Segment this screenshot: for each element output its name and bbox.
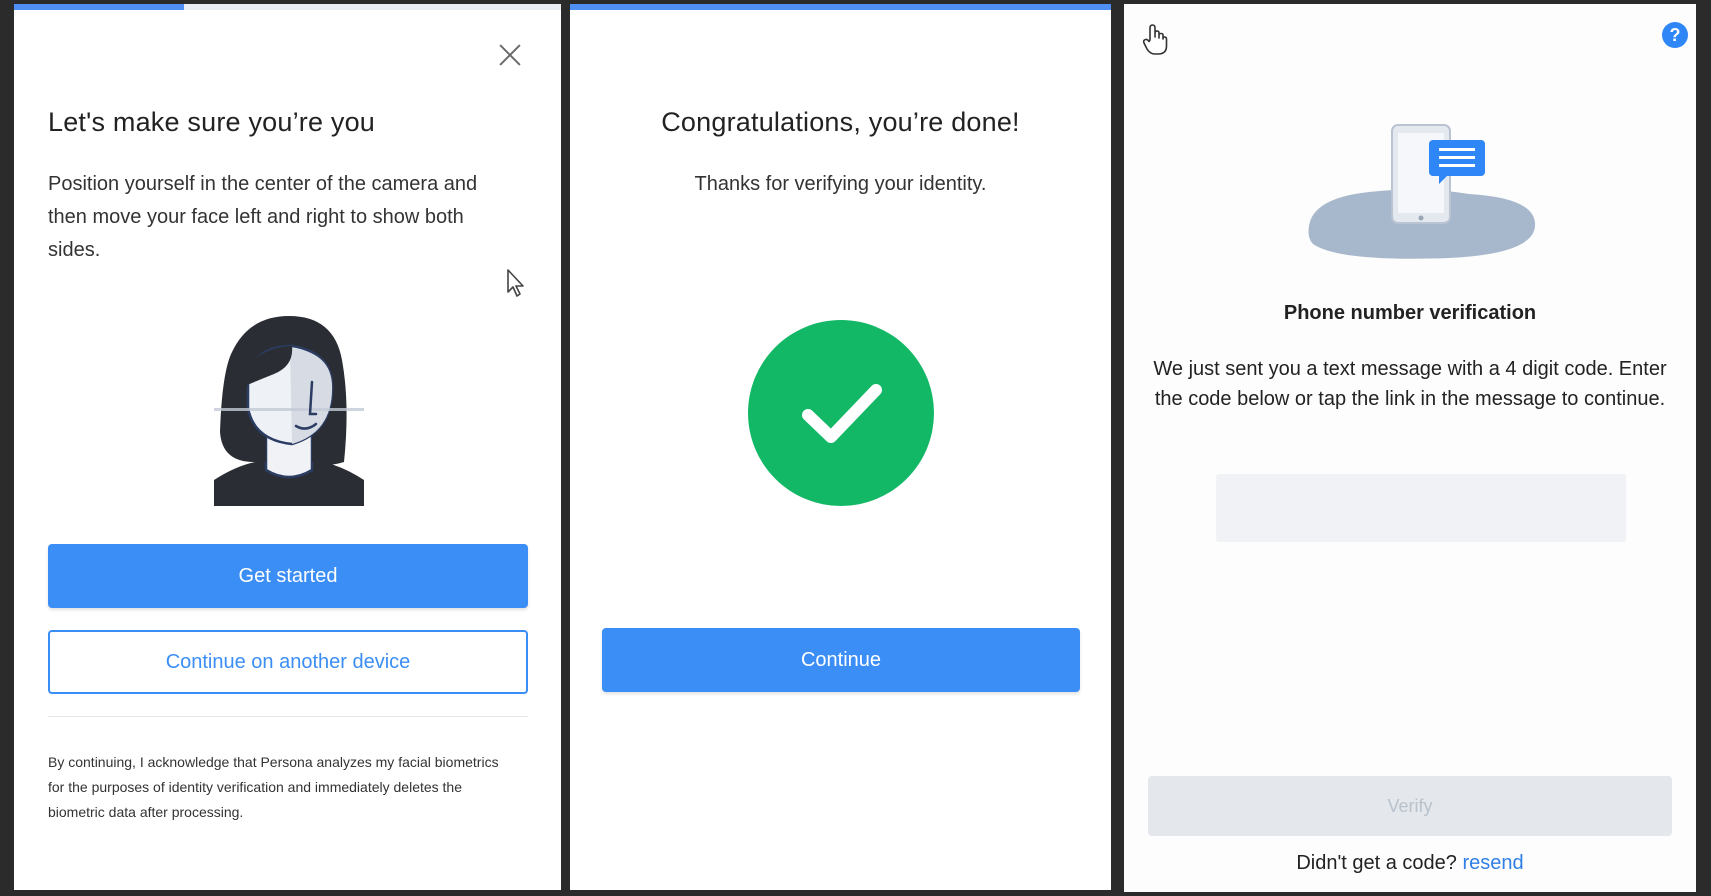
resend-row: Didn't get a code? resend (1124, 852, 1696, 875)
get-started-button[interactable]: Get started (48, 544, 528, 608)
continue-button[interactable]: Continue (602, 628, 1080, 692)
code-input[interactable] (1216, 474, 1626, 542)
resend-prompt: Didn't get a code? (1296, 852, 1457, 874)
resend-link[interactable]: resend (1463, 852, 1524, 874)
progress-bar-fill (570, 4, 1111, 10)
divider (48, 716, 528, 717)
checkmark-circle-icon (748, 320, 934, 506)
close-icon[interactable] (493, 38, 527, 72)
mouse-pointer-icon (507, 269, 524, 297)
message-text: We just sent you a text message with a 4… (1153, 358, 1667, 410)
phone-message-illustration (1308, 124, 1536, 259)
help-icon[interactable]: ? (1662, 22, 1688, 48)
continue-on-another-device-button[interactable]: Continue on another device (48, 630, 528, 694)
identity-selfie-panel: Let's make sure you’re you Position your… (14, 4, 561, 890)
verify-button[interactable]: Verify (1148, 776, 1672, 836)
legal-disclaimer: By continuing, I acknowledge that Person… (48, 754, 499, 820)
completion-panel: Congratulations, you’re done! Thanks for… (570, 4, 1111, 890)
face-illustration (214, 316, 364, 506)
phone-verification-panel: ? Phone number verification We just sent… (1124, 4, 1696, 892)
page-title: Let's make sure you’re you (48, 107, 376, 137)
instructions-text: Position yourself in the center of the c… (48, 173, 478, 261)
progress-bar (570, 4, 1111, 10)
page-title: Phone number verification (1283, 302, 1537, 324)
subtitle-text: Thanks for verifying your identity. (694, 173, 987, 195)
progress-bar (14, 4, 561, 10)
page-title: Congratulations, you’re done! (661, 107, 1020, 137)
hand-pointer-icon (1142, 24, 1168, 55)
progress-bar-fill (14, 4, 184, 10)
